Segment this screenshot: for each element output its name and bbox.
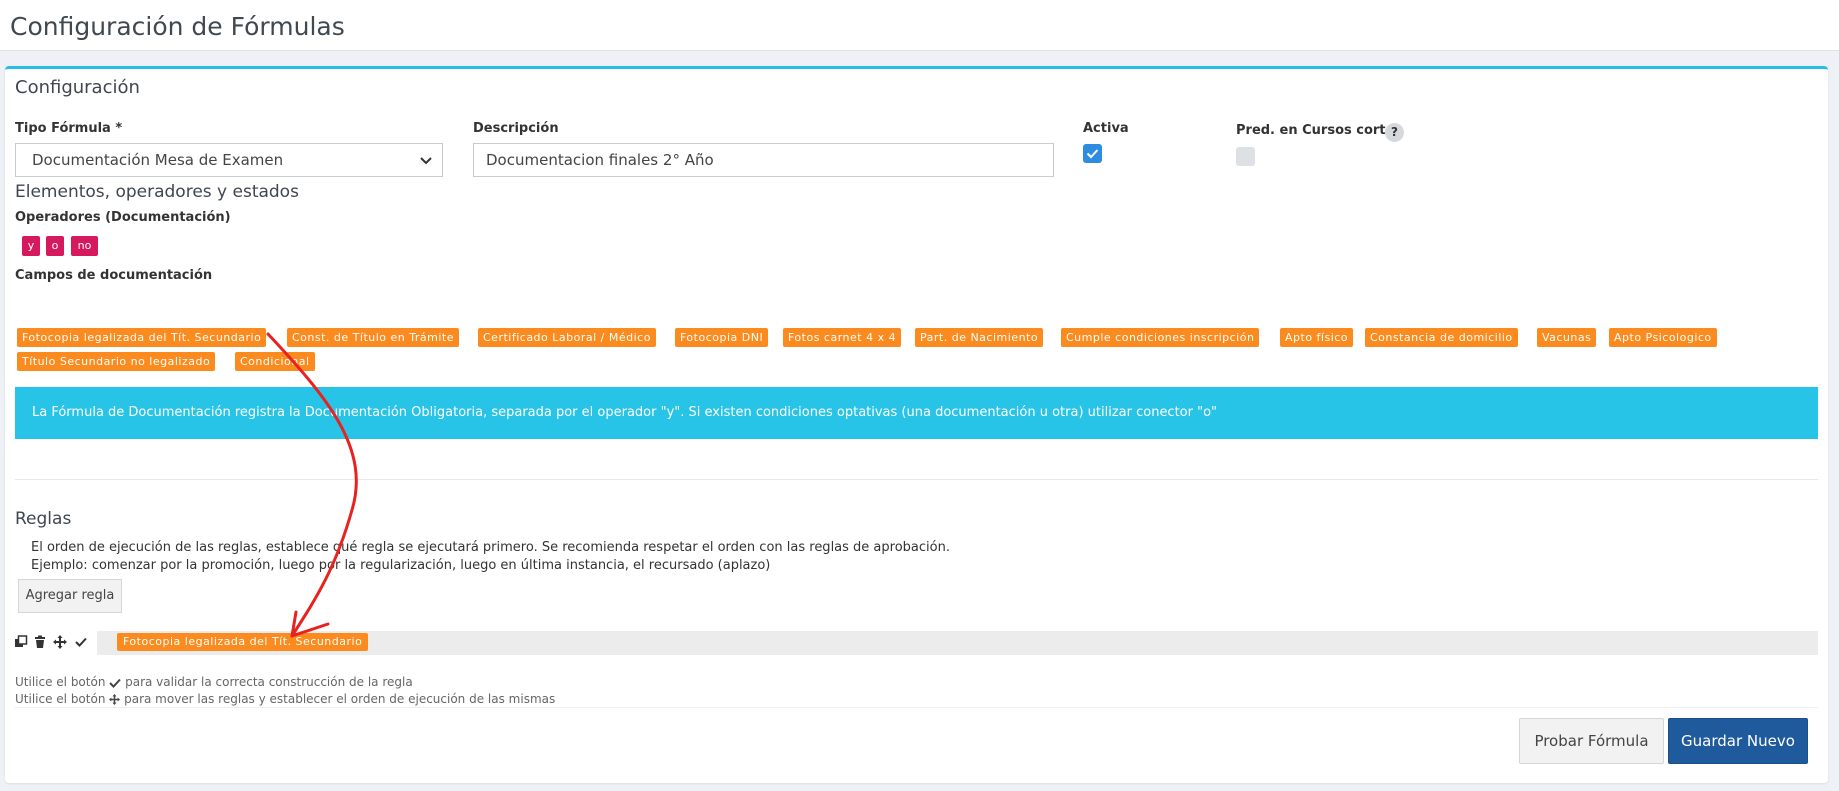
test-formula-button[interactable]: Probar Fórmula [1519, 718, 1664, 764]
field-tag[interactable]: Fotocopia DNI [675, 328, 769, 347]
elements-section-title: Elementos, operadores y estados [15, 182, 299, 202]
tipo-formula-select[interactable]: Documentación Mesa de Examen [15, 143, 443, 177]
rules-description-line2: Ejemplo: comenzar por la promoción, lueg… [31, 558, 771, 573]
add-rule-button[interactable]: Agregar regla [18, 579, 122, 613]
field-tag[interactable]: Cumple condiciones inscripción [1061, 328, 1260, 347]
field-tag[interactable]: Constancia de domicilio [1365, 328, 1518, 347]
page-header: Configuración de Fórmulas [0, 0, 1839, 51]
move-icon [109, 694, 121, 705]
trash-icon[interactable] [33, 635, 47, 649]
checkmark-icon [1086, 149, 1099, 159]
activa-label: Activa [1083, 121, 1129, 136]
descripcion-label: Descripción [473, 121, 559, 136]
section-divider [15, 479, 1818, 480]
note-move: Utilice el botón para mover las reglas y… [15, 692, 555, 706]
move-icon[interactable] [53, 635, 67, 649]
config-section-title: Configuración [15, 77, 140, 98]
pred-cursos-cortos-checkbox[interactable] [1236, 147, 1255, 166]
field-tag[interactable]: Const. de Título en Trámite [287, 328, 459, 347]
rules-description-line1: El orden de ejecución de las reglas, est… [31, 540, 950, 555]
activa-checkbox[interactable] [1083, 144, 1102, 163]
operator-y-button[interactable]: y [22, 236, 40, 256]
note-validate-post: para validar la correcta construcción de… [125, 675, 413, 689]
fields-label: Campos de documentación [15, 268, 213, 283]
tipo-formula-label: Tipo Fórmula * [15, 121, 123, 136]
descripcion-input[interactable] [473, 143, 1054, 177]
note-validate: Utilice el botón para validar la correct… [15, 675, 413, 689]
footer-divider [15, 707, 1818, 708]
pred-cursos-cortos-label: Pred. en Cursos cortos [1236, 123, 1403, 138]
note-validate-pre: Utilice el botón [15, 675, 106, 689]
field-tag[interactable]: Vacunas [1537, 328, 1597, 347]
field-tag[interactable]: Apto Psicologico [1609, 328, 1717, 347]
field-tag[interactable]: Certificado Laboral / Médico [478, 328, 656, 347]
operators-label: Operadores (Documentación) [15, 210, 231, 225]
help-icon[interactable]: ? [1385, 123, 1404, 142]
rule-item-tag[interactable]: Fotocopia legalizada del Tít. Secundario [117, 633, 369, 651]
check-icon[interactable] [74, 635, 88, 649]
rules-section-title: Reglas [15, 509, 72, 529]
copy-icon[interactable] [14, 635, 28, 649]
save-new-button[interactable]: Guardar Nuevo [1668, 718, 1808, 764]
field-tag[interactable]: Fotocopia legalizada del Tít. Secundario [17, 328, 267, 347]
operator-o-button[interactable]: o [46, 236, 64, 256]
operator-no-button[interactable]: no [71, 236, 98, 256]
note-move-pre: Utilice el botón [15, 692, 106, 706]
field-tag[interactable]: Condicional [235, 352, 315, 371]
tipo-formula-value: Documentación Mesa de Examen [32, 151, 284, 169]
chevron-down-icon [420, 157, 432, 165]
field-tag[interactable]: Part. de Nacimiento [915, 328, 1044, 347]
field-tag[interactable]: Apto físico [1280, 328, 1354, 347]
check-icon [109, 678, 121, 688]
field-tag[interactable]: Fotos carnet 4 x 4 [783, 328, 902, 347]
page-title: Configuración de Fórmulas [10, 12, 345, 41]
info-alert: La Fórmula de Documentación registra la … [15, 387, 1818, 439]
field-tag[interactable]: Título Secundario no legalizado [17, 352, 216, 371]
note-move-post: para mover las reglas y establecer el or… [124, 692, 556, 706]
config-panel: Configuración Tipo Fórmula * Documentaci… [5, 66, 1828, 783]
